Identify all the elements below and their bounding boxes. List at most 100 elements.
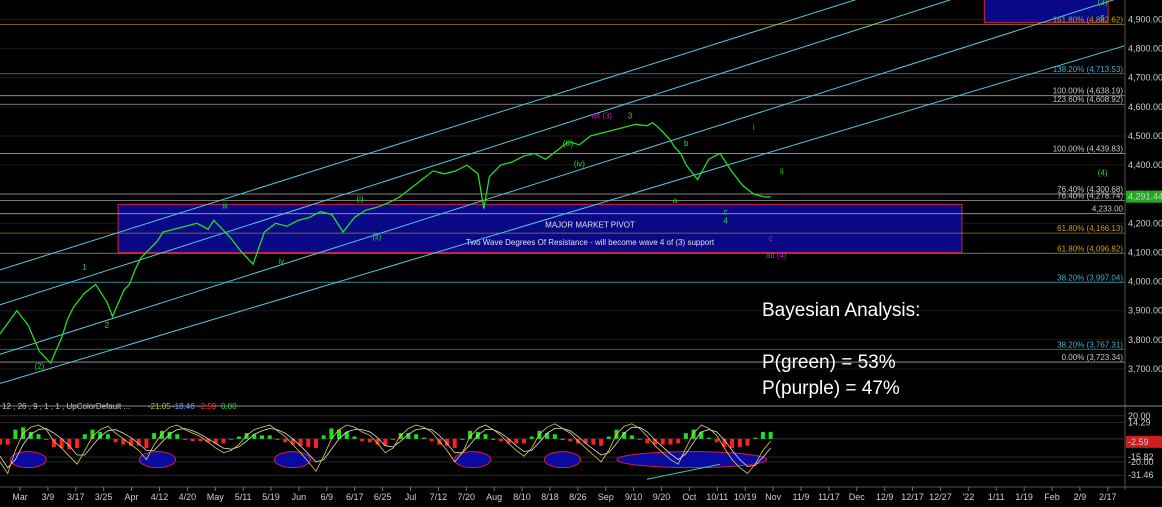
time-tick-label: 6/25 [374,492,392,502]
indicator-histogram-bar [591,438,596,445]
wave-label: i [753,123,755,132]
indicator-histogram-bar [498,438,503,442]
indicator-histogram-bar [560,438,565,440]
indicator-histogram-bar [105,434,110,439]
indicator-histogram-bar [660,438,665,445]
price-level-label: 61.80% (4,166.13) [1057,224,1123,233]
indicator-histogram-bar [306,438,311,447]
last-price-label: 4,291.44 [1128,192,1162,202]
indicator-histogram-bar [452,438,457,449]
time-tick-label: 9/10 [625,492,643,502]
wave-label: ii [780,167,784,176]
indicator-histogram-bar [730,438,735,449]
time-tick-label: 5/11 [235,492,252,502]
indicator-histogram-bar [198,438,203,442]
time-tick-label: 8/26 [569,492,587,502]
indicator-histogram-bar [637,438,642,440]
indicator-histogram-bar [514,438,519,444]
wave-label: (3) [1098,0,1108,7]
indicator-histogram-bar [421,437,426,439]
time-tick-label: 8/10 [513,492,531,502]
time-tick-label: 7/12 [430,492,448,502]
indicator-tick-label: -31.46 [1128,470,1154,480]
time-tick-label: 4/20 [179,492,197,502]
indicator-histogram-bar [229,438,234,440]
indicator-histogram-bar [583,438,588,444]
zone-subtitle: Two Wave Degrees Of Resistance - will be… [466,238,715,247]
indicator-histogram-bar [753,437,758,439]
time-tick-label: 7/20 [458,492,476,502]
price-level-label: 38.20% (3,767.31) [1057,340,1123,349]
indicator-histogram-bar [706,437,711,439]
wave-label: iv [278,257,284,266]
indicator-histogram-bar [737,438,742,447]
indicator-histogram-bar [429,438,434,442]
time-tick-label: 10/19 [734,492,757,502]
time-tick-label: 3/17 [67,492,85,502]
indicator-tick-label: -20.00 [1128,457,1154,467]
time-tick-label: 12/17 [901,492,924,502]
time-tick-label: 8/18 [541,492,559,502]
indicator-histogram-bar [699,431,704,439]
time-tick-label: Sep [598,492,614,502]
indicator-histogram-bar [645,438,650,444]
time-tick-label: 1/19 [1015,492,1033,502]
wave-label: c [769,234,773,243]
indicator-histogram-bar [0,438,2,445]
price-level-label: 161.80% (4,882.62) [1053,16,1124,25]
indicator-histogram-bar [283,438,288,443]
price-tick-label: 4,600.00 [1128,102,1162,112]
price-level-label: 76.40% (4,278.74) [1057,191,1123,200]
indicator-histogram-bar [313,438,318,449]
wave-label: (iii) [563,139,574,148]
price-level-label: 138.20% (4,713.53) [1053,65,1124,74]
wave-label: alt (3) [592,111,613,120]
price-tick-label: 4,400.00 [1128,160,1162,170]
indicator-histogram-bar [668,438,673,445]
indicator-histogram-bar [90,429,95,439]
time-tick-label: 4/12 [151,492,169,502]
time-tick-label: 11/17 [818,492,840,502]
wave-label: iii [222,202,228,211]
time-tick-label: 9/20 [653,492,671,502]
indicator-histogram-bar [522,438,527,444]
indicator-histogram-bar [760,431,765,439]
price-level-label: 123.60% (4,608.92) [1053,95,1124,104]
indicator-histogram-bar [144,438,149,449]
time-tick-label: Jun [292,492,307,502]
price-tick-label: 4,100.00 [1128,247,1162,257]
wave-label: 1 [82,263,87,272]
wave-label: a [673,196,678,205]
chart-root: MAJOR MARKET PIVOT Two Wave Degrees Of Re… [0,0,1162,507]
wave-label: alt (4) [766,251,787,260]
price-level-label: 61.80% (4,096.82) [1057,244,1123,253]
indicator-histogram-bar [175,434,180,439]
indicator-last-label: -2.59 [1128,437,1149,447]
time-tick-label: Nov [765,492,782,502]
time-tick-label: 3/25 [95,492,113,502]
time-tick-label: '22 [962,492,974,502]
indicator-histogram-bar [367,438,372,443]
chart-svg: MAJOR MARKET PIVOT Two Wave Degrees Of Re… [0,0,1162,507]
price-tick-label: 3,800.00 [1128,335,1162,345]
indicator-histogram-bar [236,436,241,439]
price-tick-label: 3,900.00 [1128,306,1162,316]
time-tick-label: Aug [486,492,502,502]
price-level-label: 100.00% (4,439.83) [1053,144,1124,153]
indicator-histogram-bar [82,434,87,439]
indicator-histogram-bar [552,434,557,439]
indicator-histogram-bar [113,438,118,443]
indicator-histogram-bar [414,434,419,439]
time-tick-label: 10/11 [706,492,728,502]
indicator-legend-item: -21.05 [148,402,171,411]
prob-green: P(green) = 53% [762,352,896,373]
indicator-histogram-bar [491,438,496,440]
bayesian-analysis-panel: Bayesian Analysis: P(green) = 53% P(purp… [762,298,920,402]
indicator-histogram-bar [260,435,265,439]
wave-label: (2) [34,362,44,371]
indicator-legend-item: 12 , 26 , 9 , 1 , 1 , UpColorDefault ... [2,402,130,411]
time-tick-label: Mar [12,492,28,502]
indicator-histogram-bar [460,438,465,440]
oversold-ellipse [616,451,768,469]
wave-label: 2 [105,321,110,330]
